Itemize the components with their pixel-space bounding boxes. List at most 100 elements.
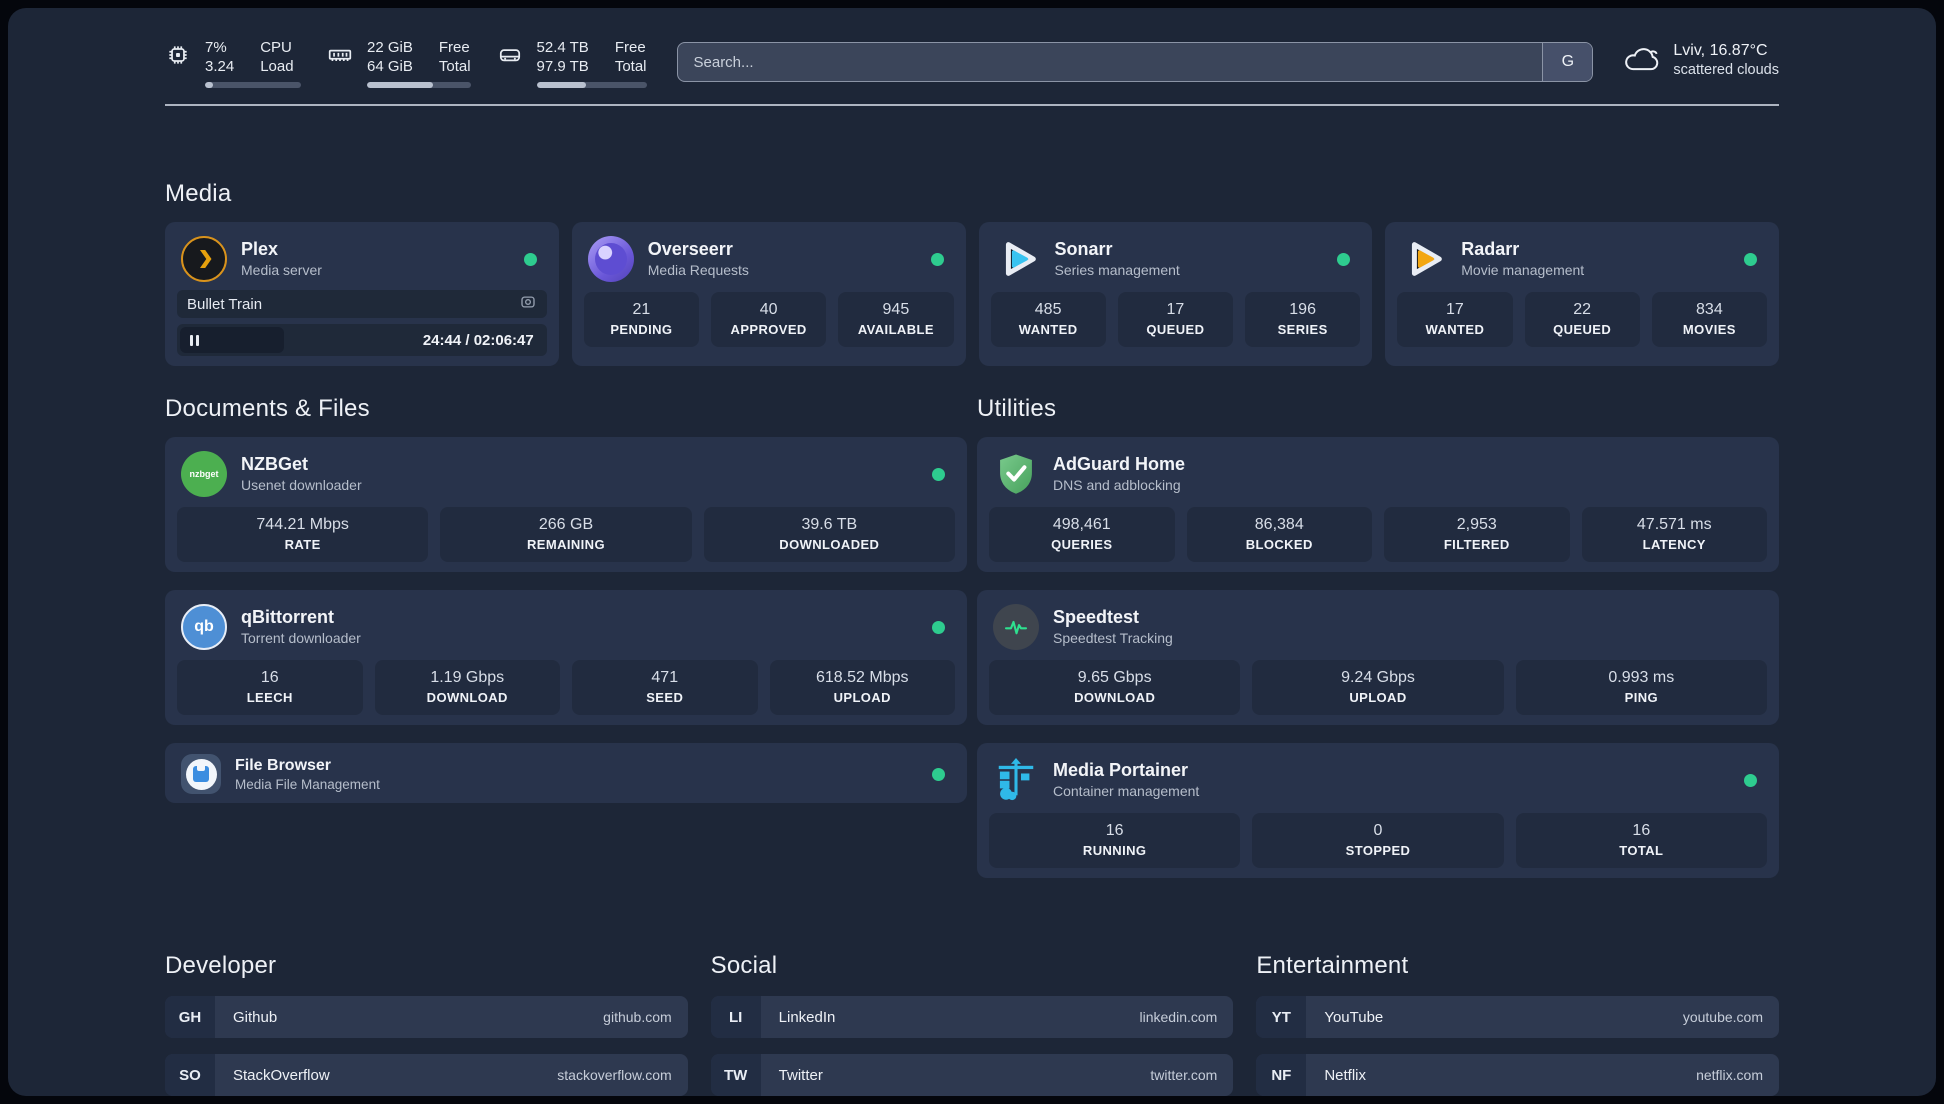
player-row: 24:44 / 02:06:47	[177, 324, 547, 356]
cpu-icon	[165, 42, 191, 68]
disk-widget: 52.4 TB 97.9 TB Free Total	[497, 38, 647, 88]
stat-rate: 744.21 Mbps RATE	[177, 507, 429, 562]
status-dot-online	[930, 252, 944, 266]
stat-available: 945 AVAILABLE	[838, 292, 954, 347]
top-bar: 7% 3.24 CPU Load 22 GiB 64 GiB Free Tota…	[165, 8, 1779, 88]
search-input[interactable]	[677, 43, 1543, 81]
stat-queued: 22 QUEUED	[1524, 292, 1640, 347]
app-description: Container management	[1053, 783, 1200, 799]
app-description: Torrent downloader	[241, 630, 361, 646]
cpu-progress-bar	[205, 82, 301, 88]
developer-links: Developer GH Github github.com SO StackO…	[165, 952, 688, 1096]
app-card-filebrowser[interactable]: File Browser Media File Management	[165, 743, 967, 803]
stat-latency: 47.571 ms LATENCY	[1581, 507, 1767, 562]
link-name: LinkedIn	[778, 1008, 836, 1026]
cpu-load: 3.24	[205, 58, 235, 75]
section-title-developer: Developer	[165, 952, 277, 979]
link-name: Github	[233, 1008, 278, 1026]
link-url: twitter.com	[1150, 1067, 1218, 1083]
cpu-widget: 7% 3.24 CPU Load	[165, 38, 301, 88]
adguard-icon	[993, 451, 1039, 497]
status-dot-online	[1744, 773, 1757, 787]
app-name: File Browser	[235, 756, 332, 774]
stat-stopped: 0 STOPPED	[1252, 813, 1504, 868]
utilities-column: Utilities AdGuard Home DNS and adblockin…	[977, 395, 1779, 896]
link-netflix[interactable]: NF Netflix netflix.com	[1256, 1054, 1779, 1096]
link-url: github.com	[603, 1009, 672, 1025]
app-name: Plex	[241, 239, 279, 259]
ram-total: 64 GiB	[367, 58, 413, 75]
app-card-adguard[interactable]: AdGuard Home DNS and adblocking 498,461 Q…	[977, 437, 1779, 572]
filebrowser-icon	[181, 754, 221, 794]
now-playing-row: Bullet Train	[177, 290, 547, 318]
disk-total: 97.9 TB	[536, 58, 589, 75]
ram-widget: 22 GiB 64 GiB Free Total	[327, 38, 471, 88]
link-linkedin[interactable]: LI LinkedIn linkedin.com	[710, 996, 1234, 1038]
app-card-plex[interactable]: Plex Media server Bullet Train 24:44 / 0…	[165, 222, 559, 366]
app-card-nzbget[interactable]: nzbget NZBGet Usenet downloader 744.21 M…	[165, 437, 967, 572]
stat-filtered: 2,953 FILTERED	[1384, 507, 1570, 562]
link-abbr: YT	[1256, 996, 1307, 1038]
app-description: DNS and adblocking	[1053, 477, 1181, 493]
stat-wanted: 485 WANTED	[990, 292, 1106, 347]
app-card-qbittorrent[interactable]: qb qBittorrent Torrent downloader 16 LEEC…	[165, 590, 967, 725]
disk-free-label: Free	[614, 39, 646, 56]
link-twitter[interactable]: TW Twitter twitter.com	[710, 1054, 1234, 1096]
weather-condition: scattered clouds	[1673, 62, 1779, 78]
system-stats: 7% 3.24 CPU Load 22 GiB 64 GiB Free Tota…	[165, 38, 647, 88]
status-dot-online	[1337, 252, 1351, 266]
pause-button[interactable]	[180, 327, 284, 353]
link-url: youtube.com	[1682, 1009, 1763, 1025]
nzbget-icon: nzbget	[181, 451, 227, 497]
link-youtube[interactable]: YT YouTube youtube.com	[1256, 996, 1779, 1038]
link-url: linkedin.com	[1139, 1009, 1218, 1025]
app-description: Speedtest Tracking	[1053, 630, 1173, 646]
section-title-utilities: Utilities	[977, 395, 1057, 422]
link-name: Twitter	[778, 1066, 823, 1084]
app-card-sonarr[interactable]: Sonarr Series management 485 WANTED 17 QUE…	[978, 222, 1373, 366]
plex-icon	[181, 236, 227, 282]
stat-ping: 0.993 ms PING	[1515, 660, 1767, 715]
app-card-radarr[interactable]: Radarr Movie management 17 WANTED 22 QUEUE…	[1385, 222, 1779, 366]
app-card-overseerr[interactable]: Overseerr Media Requests 21 PENDING 40 APP…	[571, 222, 966, 366]
stat-remaining: 266 GB REMAINING	[440, 507, 692, 562]
status-dot-online	[1744, 252, 1757, 266]
sonarr-icon	[995, 236, 1041, 282]
header-divider	[165, 104, 1779, 106]
link-url: netflix.com	[1696, 1067, 1763, 1083]
cpu-load-label: Load	[260, 58, 294, 75]
search-engine-button[interactable]: G	[1542, 43, 1593, 81]
app-card-portainer[interactable]: Media Portainer Container management 16 R…	[977, 743, 1779, 878]
stat-total: 16 TOTAL	[1515, 813, 1767, 868]
stat-download: 1.19 Gbps DOWNLOAD	[374, 660, 560, 715]
playback-time: 24:44 / 02:06:47	[422, 331, 534, 349]
social-links: Social LI LinkedIn linkedin.com TW Twitt…	[710, 952, 1234, 1096]
section-title-entertainment: Entertainment	[1256, 952, 1409, 979]
stat-leech: 16 LEECH	[177, 660, 363, 715]
link-abbr: GH	[165, 996, 215, 1038]
stat-wanted: 17 WANTED	[1397, 292, 1513, 347]
documents-column: Documents & Files nzbget NZBGet Usenet d…	[165, 395, 967, 896]
stat-movies: 834 MOVIES	[1651, 292, 1767, 347]
stat-queries: 498,461 QUERIES	[989, 507, 1175, 562]
media-cards: Plex Media server Bullet Train 24:44 / 0…	[165, 222, 1779, 366]
link-name: Netflix	[1324, 1066, 1367, 1084]
ram-free-label: Free	[438, 39, 470, 56]
app-name: qBittorrent	[241, 607, 334, 627]
app-description: Usenet downloader	[241, 477, 362, 493]
app-card-speedtest[interactable]: Speedtest Speedtest Tracking 9.65 Gbps DO…	[977, 590, 1779, 725]
overseerr-icon	[587, 236, 634, 282]
app-description: Media File Management	[235, 776, 380, 792]
app-description: Media Requests	[647, 262, 749, 278]
section-title-media: Media	[165, 180, 232, 207]
status-dot-online	[523, 252, 537, 266]
app-name: Sonarr	[1054, 239, 1113, 259]
disk-total-label: Total	[614, 58, 647, 75]
link-abbr: NF	[1256, 1054, 1307, 1096]
link-name: StackOverflow	[233, 1066, 330, 1084]
link-stackoverflow[interactable]: SO StackOverflow stackoverflow.com	[165, 1054, 688, 1096]
link-github[interactable]: GH Github github.com	[165, 996, 688, 1038]
stat-blocked: 86,384 BLOCKED	[1186, 507, 1372, 562]
weather-widget: Lviv, 16.87°C scattered clouds	[1621, 40, 1779, 80]
weather-location: Lviv, 16.87°C	[1673, 42, 1768, 59]
